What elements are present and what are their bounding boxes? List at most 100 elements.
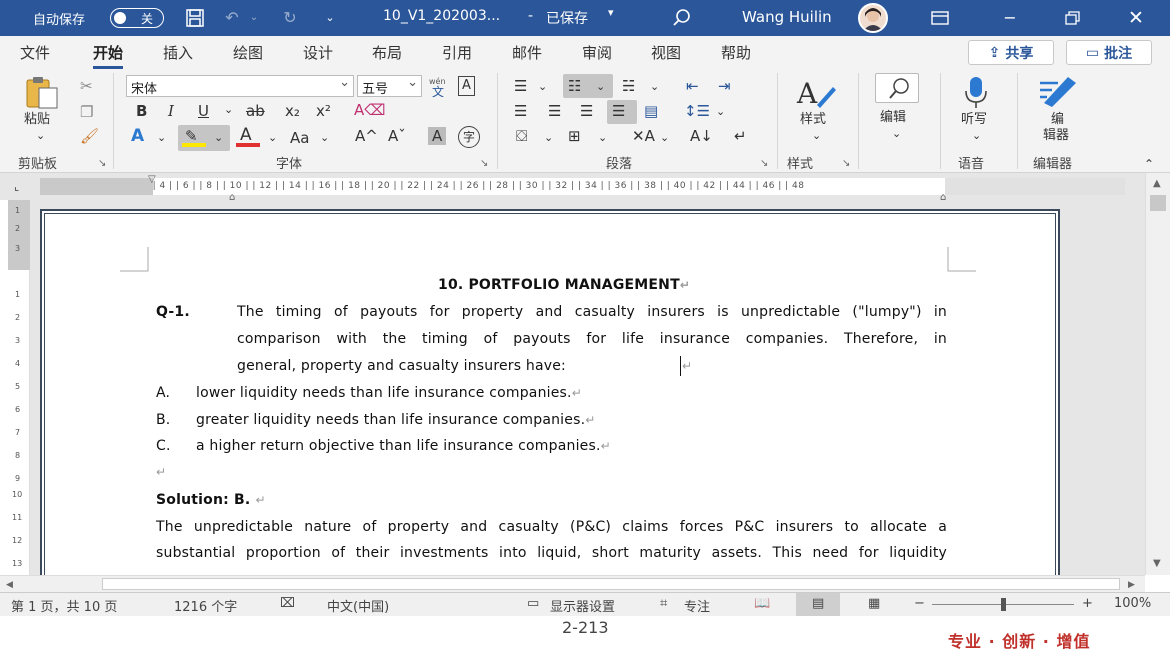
section-heading[interactable]: 10. PORTFOLIO MANAGEMENT↵ (438, 277, 690, 293)
save-status[interactable]: 已保存 (546, 8, 588, 28)
superscript-button[interactable]: x² (316, 102, 331, 120)
paste-dropdown-icon[interactable]: ⌄ (36, 127, 45, 145)
styles-launcher-icon[interactable]: ↘ (842, 155, 850, 173)
shading-dropdown-icon[interactable]: ⌄ (544, 129, 553, 147)
grow-font-button[interactable]: A^ (355, 127, 378, 145)
tab-home[interactable]: 开始 (93, 42, 124, 69)
zoom-in-button[interactable]: + (1082, 596, 1093, 611)
page-count[interactable]: 第 1 页，共 10 页 (11, 596, 117, 615)
vertical-ruler[interactable]: 1 2 3 1 2 3 4 5 6 7 8 9 10 11 12 13 (8, 200, 30, 575)
numbering-dropdown-icon[interactable]: ⌄ (596, 78, 605, 96)
focus-mode[interactable]: 专注 (684, 596, 710, 615)
styles-button[interactable]: A (795, 75, 837, 115)
proofing-icon[interactable]: ⌧ (280, 596, 295, 611)
title-dropdown-icon[interactable]: ▾ (608, 6, 614, 19)
font-name-dropdown[interactable]: 宋体 (126, 75, 354, 97)
font-size-dropdown[interactable]: 五号 (357, 75, 422, 97)
tab-file[interactable]: 文件 (20, 42, 50, 63)
redo-icon[interactable]: ↻ (280, 8, 300, 28)
align-left-icon[interactable]: ☰ (514, 102, 527, 120)
document-title[interactable]: 10_V1_202003... (383, 8, 500, 24)
tab-design[interactable]: 设计 (303, 42, 333, 63)
zoom-slider-thumb[interactable] (1001, 598, 1006, 611)
show-marks-icon[interactable]: ↵ (734, 127, 747, 145)
user-avatar[interactable] (858, 3, 888, 33)
dictate-dropdown-icon[interactable]: ⌄ (972, 127, 981, 145)
solution-label[interactable]: Solution: B. ↵ (156, 492, 266, 508)
horizontal-ruler[interactable]: ⌞ | 1 4 | | 1 2 | | 1 | | 2 | | 4 | | 6 … (0, 171, 1145, 203)
editing-button[interactable] (875, 73, 919, 103)
shrink-font-button[interactable]: Aˇ (388, 127, 406, 145)
tab-view[interactable]: 视图 (651, 42, 681, 63)
format-painter-icon[interactable]: 🖌 (80, 127, 99, 145)
text-effects-icon[interactable]: A (131, 127, 144, 145)
tab-mailings[interactable]: 邮件 (512, 42, 542, 63)
search-icon[interactable] (672, 8, 692, 28)
solution-line-2[interactable]: substantial proportion of their investme… (156, 545, 947, 561)
borders-icon[interactable]: ⊞ (568, 127, 581, 145)
chinese-layout-dropdown-icon[interactable]: ⌄ (660, 129, 669, 147)
zoom-out-button[interactable]: − (914, 596, 925, 611)
styles-dropdown-icon[interactable]: ⌄ (812, 127, 821, 145)
undo-icon[interactable]: ↶ (222, 8, 242, 28)
underline-dropdown-icon[interactable]: ⌄ (224, 101, 233, 119)
close-icon[interactable]: ✕ (1126, 8, 1146, 28)
user-name[interactable]: Wang Huilin (742, 8, 832, 26)
strikethrough-button[interactable]: ab (246, 102, 265, 120)
option-a[interactable]: lower liquidity needs than life insuranc… (196, 385, 582, 401)
comments-button[interactable]: ▭ 批注 (1066, 40, 1152, 65)
question-line-1[interactable]: The timing of payouts for property and c… (237, 304, 947, 320)
increase-indent-icon[interactable]: ⇥ (718, 77, 731, 95)
font-color-icon[interactable]: A (240, 126, 252, 144)
scroll-thumb[interactable] (1150, 195, 1166, 211)
vertical-scrollbar[interactable]: ▲ ▼ (1145, 173, 1170, 575)
customize-toolbar-icon[interactable]: ⌄ (320, 8, 340, 28)
share-button[interactable]: ⇪ 共享 (968, 40, 1054, 65)
zoom-level[interactable]: 100% (1114, 596, 1151, 611)
highlight-dropdown-icon[interactable]: ⌄ (214, 129, 223, 147)
copy-icon[interactable]: ❐ (80, 103, 93, 121)
document-area[interactable]: 10. PORTFOLIO MANAGEMENT↵ Q-1. The timin… (30, 200, 1145, 575)
chinese-layout-icon[interactable]: ✕A (632, 127, 655, 145)
tab-draw[interactable]: 绘图 (233, 42, 263, 63)
bullets-dropdown-icon[interactable]: ⌄ (538, 78, 547, 96)
tab-layout[interactable]: 布局 (372, 42, 402, 63)
underline-button[interactable]: U (198, 102, 209, 120)
display-settings[interactable]: 显示器设置 (550, 596, 615, 615)
question-line-2[interactable]: comparison with the timing of payouts fo… (237, 331, 947, 347)
font-color-dropdown-icon[interactable]: ⌄ (268, 129, 277, 147)
clipboard-launcher-icon[interactable]: ↘ (98, 155, 106, 173)
horizontal-scrollbar[interactable]: ◀ ▶ (0, 575, 1145, 592)
borders-dropdown-icon[interactable]: ⌄ (598, 129, 607, 147)
language-indicator[interactable]: 中文(中国) (327, 596, 389, 615)
bullets-icon[interactable]: ☰ (514, 77, 527, 95)
change-case-button[interactable]: Aa (290, 129, 309, 147)
change-case-dropdown-icon[interactable]: ⌄ (320, 129, 329, 147)
tab-references[interactable]: 引用 (442, 42, 472, 63)
paragraph-launcher-icon[interactable]: ↘ (760, 155, 768, 173)
character-shading-button[interactable]: A (428, 127, 447, 145)
restore-icon[interactable] (1062, 8, 1082, 28)
line-spacing-icon[interactable]: ↕☰ (684, 102, 710, 120)
font-launcher-icon[interactable]: ↘ (480, 155, 488, 173)
collapse-ribbon-icon[interactable]: ⌃ (1144, 155, 1154, 173)
first-line-indent-icon[interactable]: ▽ (148, 171, 156, 189)
focus-icon[interactable]: ⌗ (660, 596, 667, 611)
paste-button[interactable] (24, 75, 60, 113)
line-spacing-dropdown-icon[interactable]: ⌄ (716, 103, 725, 121)
scroll-up-icon[interactable]: ▲ (1153, 175, 1161, 193)
dictate-button[interactable] (962, 75, 990, 113)
display-settings-icon[interactable]: ▭ (527, 596, 539, 611)
autosave-toggle[interactable]: 关 (110, 8, 164, 28)
tab-selector-icon[interactable]: ⌞ (14, 178, 19, 196)
web-layout-icon[interactable]: ▦ (868, 596, 880, 611)
question-line-3[interactable]: general, property and casualty insurers … (237, 358, 566, 374)
editor-button[interactable] (1038, 73, 1082, 111)
tab-help[interactable]: 帮助 (721, 42, 751, 63)
solution-line-1[interactable]: The unpredictable nature of property and… (156, 519, 947, 535)
phonetic-guide-icon[interactable]: 文 (432, 83, 444, 101)
undo-dropdown-icon[interactable]: ⌄ (244, 8, 264, 28)
question-number[interactable]: Q-1. (156, 304, 190, 320)
multilevel-dropdown-icon[interactable]: ⌄ (650, 78, 659, 96)
hscroll-thumb[interactable] (102, 578, 1120, 590)
